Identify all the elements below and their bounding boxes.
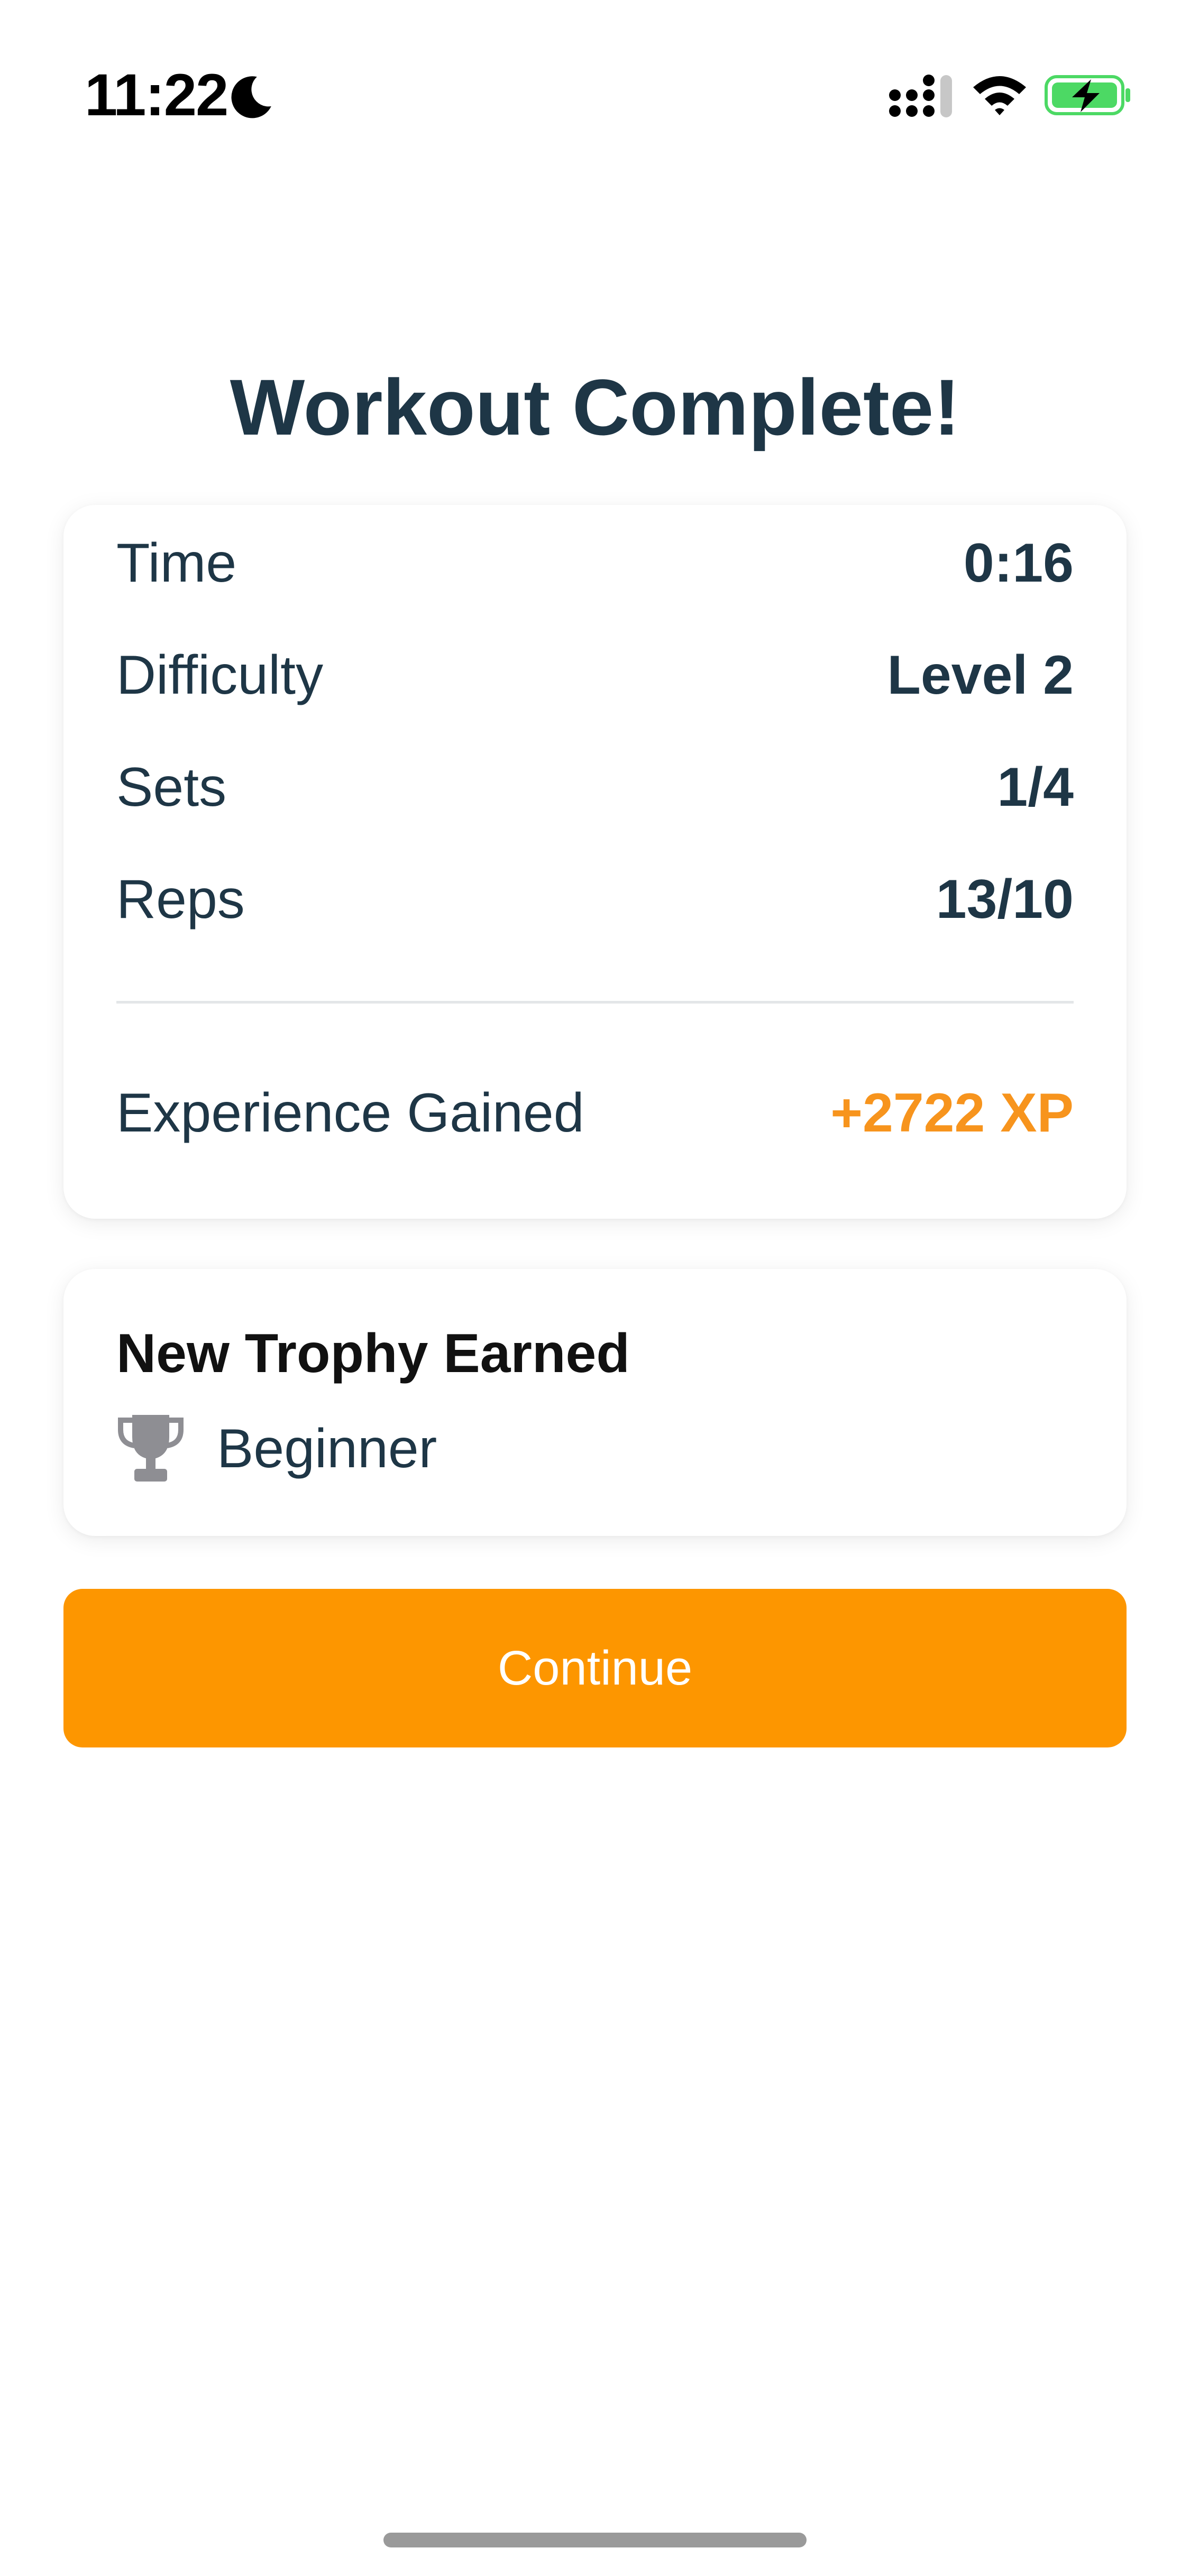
status-bar: 11:22 [0,0,1190,137]
workout-stats-card: Time 0:16 Difficulty Level 2 Sets 1/4 Re… [63,505,1127,1219]
moon-icon [231,76,271,118]
stat-row-reps: Reps 13/10 [116,862,1074,936]
home-indicator[interactable] [383,2533,807,2547]
stat-row-sets: Sets 1/4 [116,750,1074,824]
trophy-card: New Trophy Earned Beginner [63,1269,1127,1536]
signal-icon [889,75,952,117]
trophy-heading: New Trophy Earned [116,1323,630,1384]
trophy-name: Beginner [217,1418,437,1479]
reps-label: Reps [116,868,245,930]
wifi-icon [973,76,1026,115]
experience-value: +2722 XP [830,1082,1074,1144]
page-title: Workout Complete! [230,363,960,452]
stats-divider [116,1001,1074,1004]
difficulty-label: Difficulty [116,644,324,706]
stat-row-difficulty: Difficulty Level 2 [116,638,1074,712]
battery-charging-icon [1045,75,1130,115]
difficulty-value: Level 2 [887,644,1074,706]
sets-label: Sets [116,756,227,818]
experience-label: Experience Gained [116,1082,584,1144]
reps-value: 13/10 [936,868,1074,930]
sets-value: 1/4 [997,756,1074,818]
stat-row-experience: Experience Gained +2722 XP [116,1076,1074,1150]
trophy-icon [118,1415,184,1482]
status-time: 11:22 [85,62,228,128]
continue-button[interactable]: Continue [63,1589,1127,1747]
time-label: Time [116,532,237,594]
stat-row-time: Time 0:16 [116,526,1074,600]
time-value: 0:16 [963,532,1074,594]
